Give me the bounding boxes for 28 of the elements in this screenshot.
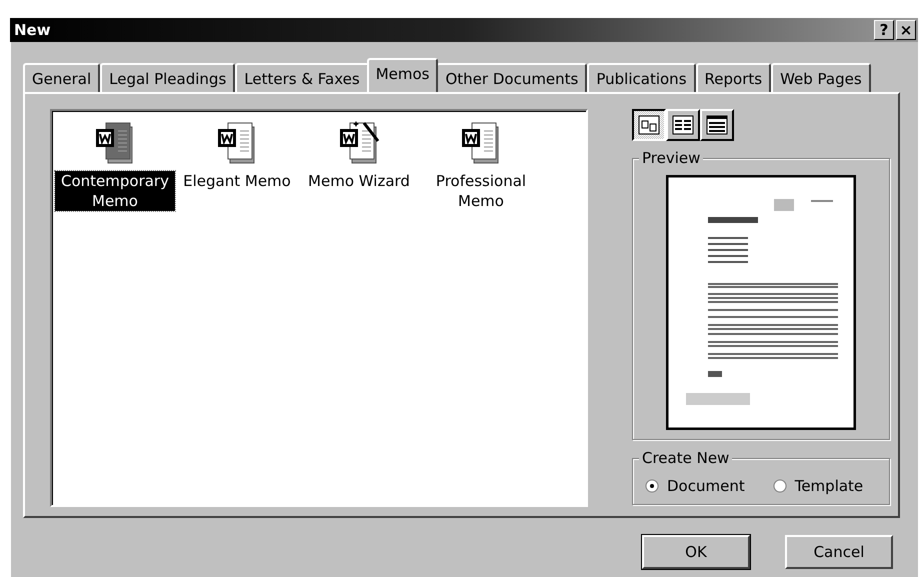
tab[interactable]: General [23, 63, 100, 92]
template-label: Contemporary Memo [55, 171, 175, 211]
tab[interactable]: Memos [366, 58, 438, 92]
template-item[interactable]: Elegant Memo [176, 119, 298, 191]
close-button[interactable]: × [896, 20, 916, 40]
tab[interactable]: Reports [696, 63, 772, 92]
template-item[interactable]: Professional Memo [420, 119, 542, 211]
dialog-button[interactable]: OK [642, 535, 750, 569]
tab[interactable]: Letters & Faxes [235, 63, 369, 92]
tab[interactable]: Legal Pleadings [100, 63, 236, 92]
details-view-icon [706, 115, 728, 135]
tab[interactable]: Other Documents [436, 63, 588, 92]
template-item[interactable]: Memo Wizard [298, 119, 420, 191]
view-button[interactable] [632, 109, 666, 141]
window-title: New [14, 21, 52, 39]
radio-option[interactable]: Template [772, 476, 864, 494]
template-label: Elegant Memo [182, 171, 292, 191]
template-label: Professional Memo [434, 171, 528, 211]
document-icon [338, 119, 380, 165]
dialog-button[interactable]: Cancel [785, 535, 893, 569]
help-button[interactable]: ? [874, 20, 894, 40]
template-label: Memo Wizard [307, 171, 411, 191]
large-icons-view-icon [638, 115, 660, 135]
template-item[interactable]: Contemporary Memo [54, 119, 176, 211]
tab[interactable]: Web Pages [771, 63, 871, 92]
tab[interactable]: Publications [587, 63, 696, 92]
list-view-icon [672, 115, 694, 135]
radio-option[interactable]: Document [645, 476, 745, 494]
